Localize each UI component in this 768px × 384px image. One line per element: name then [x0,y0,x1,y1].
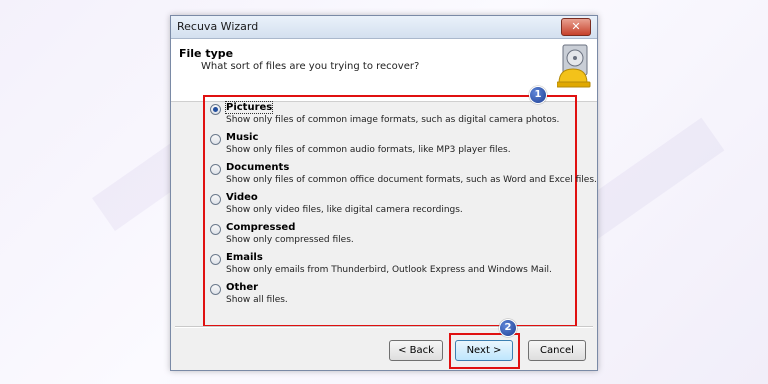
option-label: Compressed [226,222,296,233]
footer-separator [175,326,593,328]
option-label: Video [226,192,258,203]
option-description: Show only video files, like digital came… [226,205,463,215]
option-description: Show only emails from Thunderbird, Outlo… [226,265,552,275]
window-title: Recuva Wizard [177,20,259,33]
radio-emails[interactable] [210,254,221,265]
radio-video[interactable] [210,194,221,205]
back-button[interactable]: < Back [389,340,443,361]
option-description: Show only files of common image formats,… [226,115,560,125]
option-label: Documents [226,162,290,173]
page-title: File type [179,47,234,60]
option-description: Show only compressed files. [226,235,354,245]
recuva-wizard-window: Recuva Wizard ✕ File type What sort of f… [170,15,598,371]
option-description: Show only files of common office documen… [226,175,597,185]
radio-pictures[interactable] [210,104,221,115]
step-badge-1: 1 [529,86,547,104]
close-button[interactable]: ✕ [561,18,591,36]
option-label: Music [226,132,259,143]
option-label: Pictures [224,101,274,114]
radio-documents[interactable] [210,164,221,175]
radio-other[interactable] [210,284,221,295]
option-label: Other [226,282,259,293]
radio-compressed[interactable] [210,224,221,235]
file-type-options: Pictures Show only files of common image… [203,95,597,327]
page-subtitle: What sort of files are you trying to rec… [201,61,420,72]
option-label: Emails [226,252,263,263]
cancel-button[interactable]: Cancel [528,340,586,361]
step-badge-2: 2 [499,319,517,337]
close-icon: ✕ [571,20,581,33]
option-description: Show all files. [226,295,288,305]
option-description: Show only files of common audio formats,… [226,145,511,155]
hard-drive-helmet-icon [557,44,591,88]
next-button[interactable]: Next > [455,340,513,361]
title-bar[interactable]: Recuva Wizard ✕ [171,16,597,39]
radio-music[interactable] [210,134,221,145]
